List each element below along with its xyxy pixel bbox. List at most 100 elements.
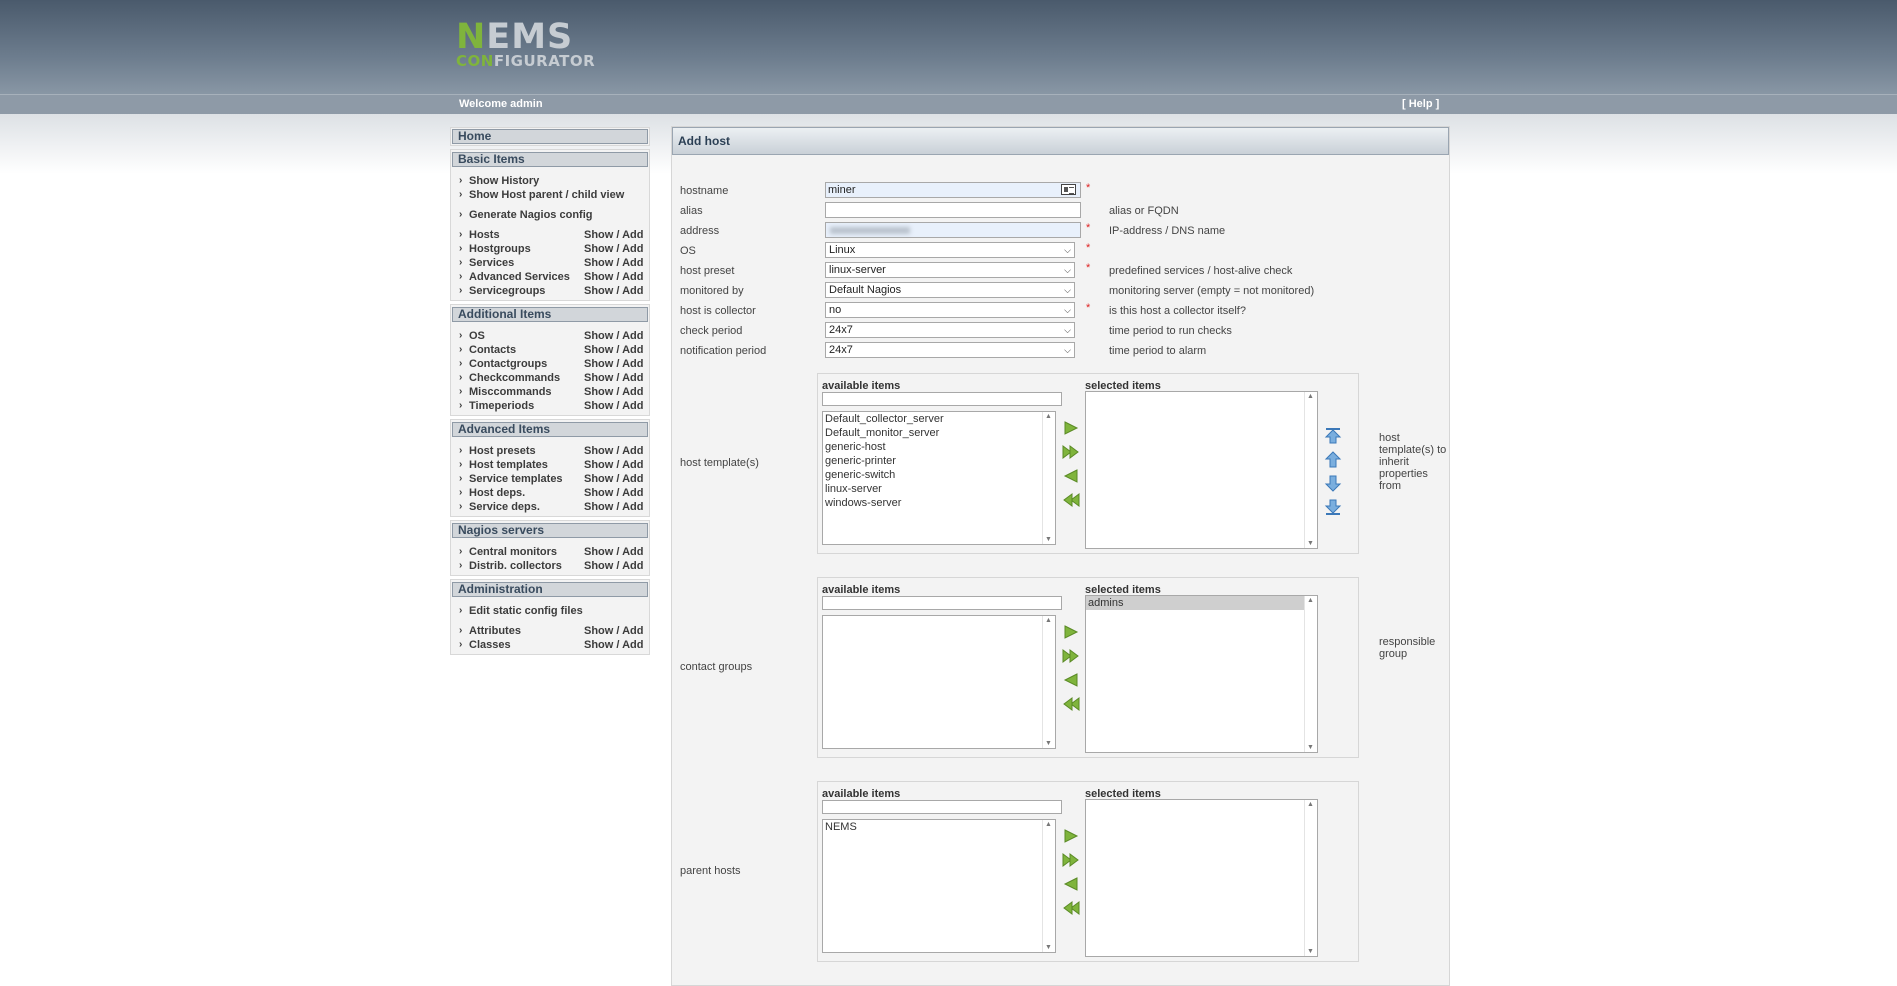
available-items-list[interactable]: Default_collector_server Default_monitor_… <box>822 411 1056 545</box>
show-add-links[interactable]: Show / Add <box>584 242 643 256</box>
sidebar-item-link[interactable]: OS <box>469 330 485 342</box>
available-items-filter-input[interactable] <box>822 596 1062 610</box>
list-option[interactable]: linux-server <box>823 482 1055 496</box>
sidebar-item-link[interactable]: Contacts <box>469 344 516 356</box>
scrollbar[interactable]: ▲ ▼ <box>1042 820 1055 952</box>
scroll-down-icon[interactable]: ▼ <box>1307 744 1314 751</box>
double-arrow-left-icon[interactable] <box>1062 696 1080 712</box>
scroll-up-icon[interactable]: ▲ <box>1307 801 1314 808</box>
arrow-right-icon[interactable] <box>1062 828 1080 844</box>
sidebar-item-link[interactable]: Service templates <box>469 473 563 485</box>
arrow-right-icon[interactable] <box>1062 420 1080 436</box>
list-option[interactable]: generic-host <box>823 440 1055 454</box>
show-add-links[interactable]: Show / Add <box>584 472 643 486</box>
show-add-links[interactable]: Show / Add <box>584 343 643 357</box>
show-add-links[interactable]: Show / Add <box>584 559 643 573</box>
scroll-down-icon[interactable]: ▼ <box>1045 536 1052 543</box>
check-period-select[interactable]: 24x7 ⌵ <box>825 322 1075 338</box>
list-option[interactable]: windows-server <box>823 496 1055 510</box>
sidebar-item-link[interactable]: Advanced Services <box>469 271 570 283</box>
sidebar-item-link[interactable]: Host presets <box>469 445 536 457</box>
available-items-list[interactable]: ▲ ▼ <box>822 615 1056 749</box>
sidebar-item-link[interactable]: Show History <box>469 175 539 187</box>
show-add-links[interactable]: Show / Add <box>584 545 643 559</box>
sidebar-item-link[interactable]: Contactgroups <box>469 358 547 370</box>
host-is-collector-select[interactable]: no ⌵ <box>825 302 1075 318</box>
arrow-left-icon[interactable] <box>1062 876 1080 892</box>
arrow-left-icon[interactable] <box>1062 672 1080 688</box>
scroll-up-icon[interactable]: ▲ <box>1045 617 1052 624</box>
sidebar-item-link[interactable]: Checkcommands <box>469 372 560 384</box>
arrow-bottom-icon[interactable] <box>1323 498 1343 516</box>
scroll-down-icon[interactable]: ▼ <box>1307 540 1314 547</box>
arrow-down-icon[interactable] <box>1323 474 1343 492</box>
show-add-links[interactable]: Show / Add <box>584 486 643 500</box>
sidebar-item-link[interactable]: Host templates <box>469 459 548 471</box>
selected-items-list[interactable]: admins ▲ ▼ <box>1085 595 1318 753</box>
sidebar-item-link[interactable]: Hosts <box>469 229 500 241</box>
sidebar-item-link[interactable]: Distrib. collectors <box>469 560 562 572</box>
sidebar-item-link[interactable]: Classes <box>469 639 511 651</box>
sidebar-item-link[interactable]: Central monitors <box>469 546 557 558</box>
selected-items-list[interactable]: ▲ ▼ <box>1085 391 1318 549</box>
sidebar-item-link[interactable]: Show Host parent / child view <box>469 189 624 201</box>
list-option[interactable]: NEMS <box>823 820 1055 834</box>
arrow-left-icon[interactable] <box>1062 468 1080 484</box>
help-link[interactable]: [ Help ] <box>1402 98 1439 110</box>
sidebar-home-link[interactable]: Home <box>452 129 648 144</box>
arrow-up-icon[interactable] <box>1323 450 1343 468</box>
sidebar-item-link[interactable]: Edit static config files <box>469 605 583 617</box>
scroll-up-icon[interactable]: ▲ <box>1045 821 1052 828</box>
show-add-links[interactable]: Show / Add <box>584 624 643 638</box>
show-add-links[interactable]: Show / Add <box>584 371 643 385</box>
address-card-icon[interactable] <box>1061 184 1076 195</box>
sidebar-item-link[interactable]: Servicegroups <box>469 285 545 297</box>
sidebar-item-link[interactable]: Misccommands <box>469 386 552 398</box>
scroll-down-icon[interactable]: ▼ <box>1307 948 1314 955</box>
show-add-links[interactable]: Show / Add <box>584 228 643 242</box>
list-option[interactable]: admins <box>1086 596 1317 610</box>
address-input[interactable] <box>825 222 1081 238</box>
show-add-links[interactable]: Show / Add <box>584 638 643 652</box>
show-add-links[interactable]: Show / Add <box>584 444 643 458</box>
sidebar-item-link[interactable]: Services <box>469 257 514 269</box>
monitored-by-select[interactable]: Default Nagios ⌵ <box>825 282 1075 298</box>
alias-input[interactable] <box>825 202 1081 218</box>
double-arrow-right-icon[interactable] <box>1062 444 1080 460</box>
sidebar-item-link[interactable]: Timeperiods <box>469 400 534 412</box>
sidebar-item-link[interactable]: Host deps. <box>469 487 525 499</box>
double-arrow-right-icon[interactable] <box>1062 648 1080 664</box>
scroll-down-icon[interactable]: ▼ <box>1045 944 1052 951</box>
show-add-links[interactable]: Show / Add <box>584 458 643 472</box>
double-arrow-right-icon[interactable] <box>1062 852 1080 868</box>
sidebar-item-link[interactable]: Service deps. <box>469 501 540 513</box>
scroll-up-icon[interactable]: ▲ <box>1307 597 1314 604</box>
hostname-input[interactable] <box>825 182 1081 198</box>
show-add-links[interactable]: Show / Add <box>584 399 643 413</box>
list-option[interactable]: generic-switch <box>823 468 1055 482</box>
sidebar-item-link[interactable]: Generate Nagios config <box>469 209 592 221</box>
scrollbar[interactable]: ▲ ▼ <box>1304 800 1317 956</box>
available-items-list[interactable]: NEMS ▲ ▼ <box>822 819 1056 953</box>
show-add-links[interactable]: Show / Add <box>584 385 643 399</box>
sidebar-item-link[interactable]: Hostgroups <box>469 243 531 255</box>
scrollbar[interactable]: ▲ ▼ <box>1042 412 1055 544</box>
scroll-up-icon[interactable]: ▲ <box>1045 413 1052 420</box>
show-add-links[interactable]: Show / Add <box>584 270 643 284</box>
list-option[interactable]: generic-printer <box>823 454 1055 468</box>
list-option[interactable]: Default_collector_server <box>823 412 1055 426</box>
double-arrow-left-icon[interactable] <box>1062 900 1080 916</box>
show-add-links[interactable]: Show / Add <box>584 284 643 298</box>
arrow-top-icon[interactable] <box>1323 426 1343 444</box>
double-arrow-left-icon[interactable] <box>1062 492 1080 508</box>
show-add-links[interactable]: Show / Add <box>584 500 643 514</box>
scrollbar[interactable]: ▲ ▼ <box>1042 616 1055 748</box>
show-add-links[interactable]: Show / Add <box>584 256 643 270</box>
list-option[interactable]: Default_monitor_server <box>823 426 1055 440</box>
os-select[interactable]: Linux ⌵ <box>825 242 1075 258</box>
scroll-up-icon[interactable]: ▲ <box>1307 393 1314 400</box>
arrow-right-icon[interactable] <box>1062 624 1080 640</box>
sidebar-item-link[interactable]: Attributes <box>469 625 521 637</box>
host-preset-select[interactable]: linux-server ⌵ <box>825 262 1075 278</box>
scroll-down-icon[interactable]: ▼ <box>1045 740 1052 747</box>
